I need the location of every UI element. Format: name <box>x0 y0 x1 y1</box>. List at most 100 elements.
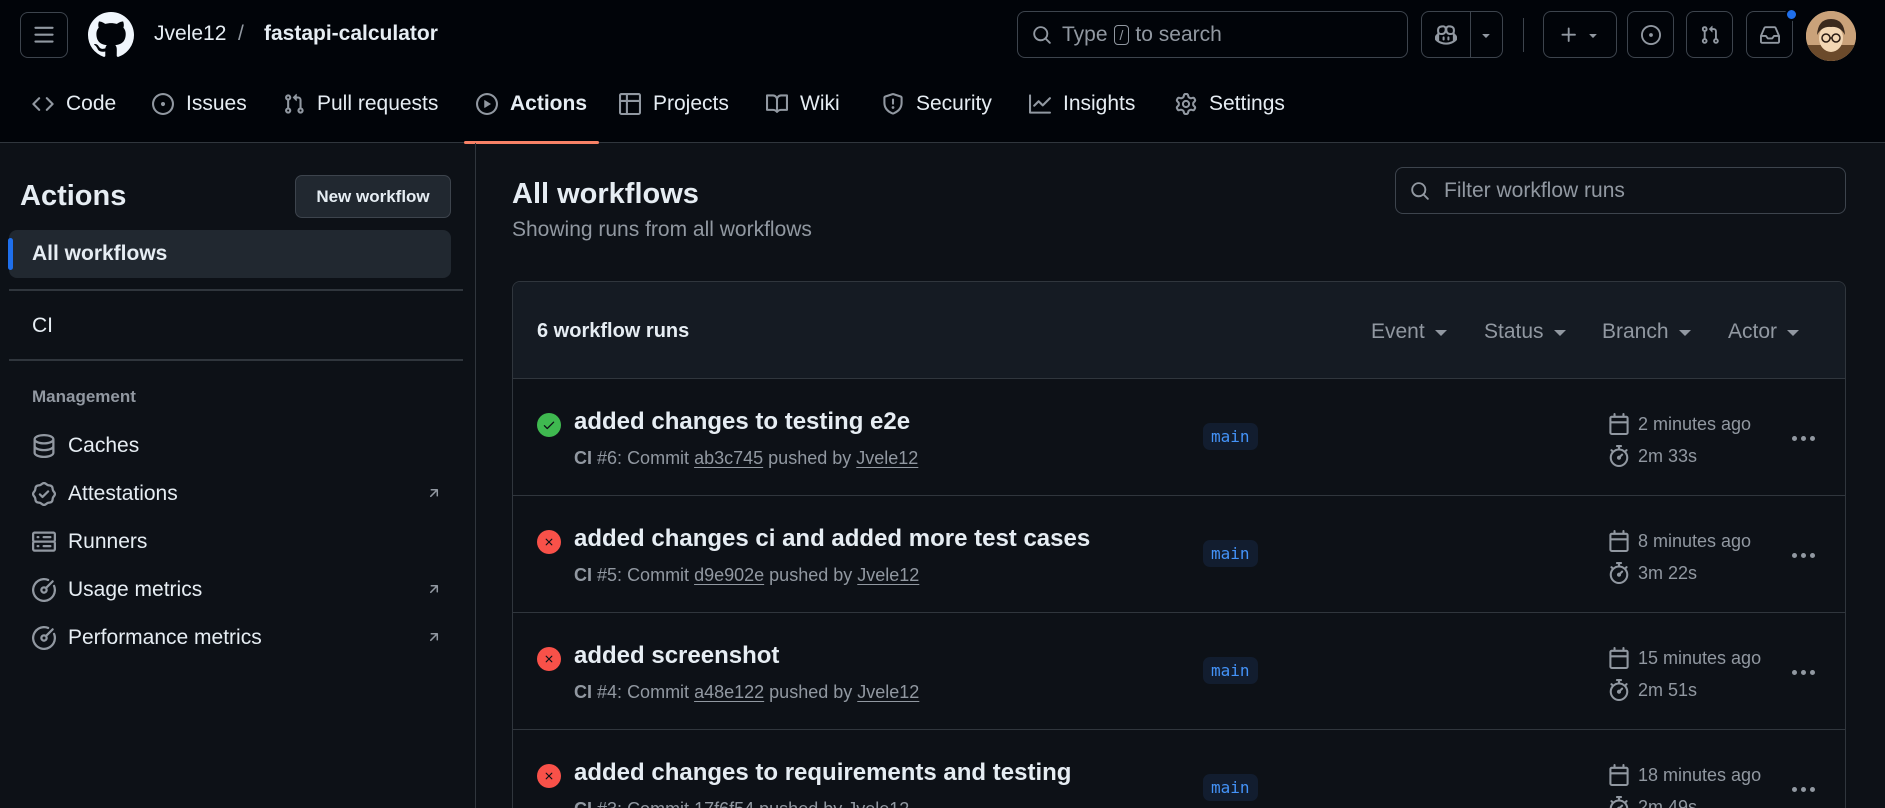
tab-label: Security <box>916 92 992 115</box>
run-actor-link[interactable]: Jvele12 <box>856 448 918 468</box>
triangle-down-icon <box>1434 330 1447 336</box>
management-heading: Management <box>32 387 136 406</box>
filter-status-dropdown[interactable]: Status <box>1484 320 1566 344</box>
calendar-icon <box>1609 764 1629 786</box>
sidebar-item-label: Performance metrics <box>68 626 262 649</box>
run-actor-link[interactable]: Jvele12 <box>847 799 909 808</box>
copilot-button[interactable] <box>1422 12 1471 57</box>
filter-placeholder: Filter workflow runs <box>1444 178 1625 202</box>
unread-indicator <box>1785 8 1798 21</box>
your-pull-requests-button[interactable] <box>1686 11 1733 58</box>
triangle-down-icon <box>1787 330 1800 336</box>
open-menu-button[interactable] <box>20 12 68 58</box>
new-workflow-button[interactable]: New workflow <box>295 175 451 218</box>
triangle-down-icon <box>1482 33 1491 38</box>
sidebar-item-all-workflows[interactable]: All workflows <box>8 230 451 278</box>
run-pushed-by: pushed by <box>768 448 852 468</box>
book-icon <box>766 94 788 113</box>
filter-branch-dropdown[interactable]: Branch <box>1602 320 1691 344</box>
search-suffix: to search <box>1135 22 1222 46</box>
branch-label[interactable]: main <box>1203 540 1258 567</box>
filter-event-dropdown[interactable]: Event <box>1371 320 1447 344</box>
tab-settings[interactable]: Settings <box>1175 88 1285 144</box>
breadcrumb-separator: / <box>238 22 244 45</box>
tab-issues[interactable]: Issues <box>152 88 247 144</box>
stopwatch-icon <box>1609 796 1629 808</box>
user-avatar[interactable] <box>1806 11 1856 61</box>
copilot-dropdown-button[interactable] <box>1471 12 1502 57</box>
sidebar-item-attestations[interactable]: Attestations <box>32 479 442 509</box>
tab-pull-requests[interactable]: Pull requests <box>283 88 438 144</box>
filter-actor-dropdown[interactable]: Actor <box>1728 320 1800 344</box>
kebab-horizontal-icon[interactable] <box>1785 774 1821 804</box>
run-number: #3 <box>597 799 617 808</box>
github-logo-icon[interactable] <box>88 12 134 58</box>
meter-icon <box>32 626 56 650</box>
sidebar-item-runners[interactable]: Runners <box>32 527 442 557</box>
breadcrumb-repo[interactable]: fastapi-calculator <box>264 22 438 46</box>
run-workflow-name: CI <box>574 448 592 468</box>
create-new-button[interactable] <box>1543 11 1617 58</box>
workflow-run-row[interactable]: added changes ci and added more test cas… <box>513 496 1845 613</box>
run-commit-link[interactable]: d9e902e <box>694 565 764 585</box>
tab-projects[interactable]: Projects <box>619 88 729 144</box>
issue-opened-icon <box>1640 24 1661 45</box>
stopwatch-icon <box>1609 562 1629 584</box>
triangle-down-icon <box>1589 33 1597 38</box>
run-title-link[interactable]: added screenshot <box>574 642 779 670</box>
run-commit-link[interactable]: ab3c745 <box>694 448 763 468</box>
run-title-link[interactable]: added changes to testing e2e <box>574 408 910 436</box>
branch-label[interactable]: main <box>1203 423 1258 450</box>
sidebar-item-ci[interactable]: CI <box>9 302 451 350</box>
run-meta: CI #3: Commit 17f6f54 pushed by Jvele12 <box>574 799 909 808</box>
tab-actions[interactable]: Actions <box>463 88 600 144</box>
run-title-link[interactable]: added changes ci and added more test cas… <box>574 525 1090 553</box>
breadcrumb-owner[interactable]: Jvele12 <box>154 22 226 46</box>
global-search-button[interactable]: Type / to search <box>1017 11 1408 58</box>
branch-label[interactable]: main <box>1203 657 1258 684</box>
run-meta: CI #4: Commit a48e122 pushed by Jvele12 <box>574 682 920 702</box>
top-bar: Jvele12 / fastapi-calculator Type / to s… <box>0 0 1885 72</box>
x-circle-fill-icon <box>537 530 561 554</box>
kebab-horizontal-icon[interactable] <box>1785 657 1821 687</box>
kebab-horizontal-icon[interactable] <box>1785 540 1821 570</box>
copilot-icon <box>1434 24 1457 45</box>
run-meta: CI #5: Commit d9e902e pushed by Jvele12 <box>574 565 920 585</box>
tab-security[interactable]: Security <box>882 88 992 144</box>
workflow-run-row[interactable]: added screenshot CI #4: Commit a48e122 p… <box>513 613 1845 730</box>
run-time: 8 minutes ago <box>1608 530 1751 552</box>
run-title-link[interactable]: added changes to requirements and testin… <box>574 759 1071 787</box>
run-commit-link[interactable]: a48e122 <box>694 682 764 702</box>
run-meta: CI #6: Commit ab3c745 pushed by Jvele12 <box>574 448 919 468</box>
workflow-run-row[interactable]: added changes to requirements and testin… <box>513 730 1845 808</box>
page-title: All workflows <box>512 178 699 210</box>
run-duration-value: 2m 49s <box>1638 796 1698 808</box>
shield-icon <box>883 93 903 115</box>
sidebar-item-label: Attestations <box>68 482 178 505</box>
branch-label[interactable]: main <box>1203 774 1258 801</box>
your-issues-button[interactable] <box>1627 11 1674 58</box>
calendar-icon <box>1609 530 1629 552</box>
run-commit-link[interactable]: 17f6f54 <box>694 799 754 808</box>
run-commit-label: Commit <box>627 799 689 808</box>
sidebar-item-usage-metrics[interactable]: Usage metrics <box>32 575 442 605</box>
git-pull-request-icon <box>1701 25 1719 44</box>
calendar-icon <box>1609 647 1629 669</box>
sidebar-item-caches[interactable]: Caches <box>32 431 442 461</box>
tab-insights[interactable]: Insights <box>1029 88 1135 144</box>
run-time-ago: 15 minutes ago <box>1638 647 1762 668</box>
verified-icon <box>32 482 56 506</box>
workflow-run-row[interactable]: added changes to testing e2e CI #6: Comm… <box>513 379 1845 496</box>
tab-label: Insights <box>1063 92 1136 115</box>
tab-wiki[interactable]: Wiki <box>766 88 840 144</box>
sidebar-title: Actions <box>20 180 127 212</box>
run-actor-link[interactable]: Jvele12 <box>857 682 919 702</box>
sidebar-item-performance-metrics[interactable]: Performance metrics <box>32 623 442 653</box>
kebab-horizontal-icon[interactable] <box>1785 423 1821 453</box>
filter-workflow-runs-input[interactable]: Filter workflow runs <box>1395 167 1846 214</box>
tab-code[interactable]: Code <box>32 88 116 144</box>
sidebar-divider <box>9 359 463 361</box>
run-actor-link[interactable]: Jvele12 <box>857 565 919 585</box>
sidebar-item-label: Runners <box>68 530 148 553</box>
run-workflow-name: CI <box>574 799 592 808</box>
